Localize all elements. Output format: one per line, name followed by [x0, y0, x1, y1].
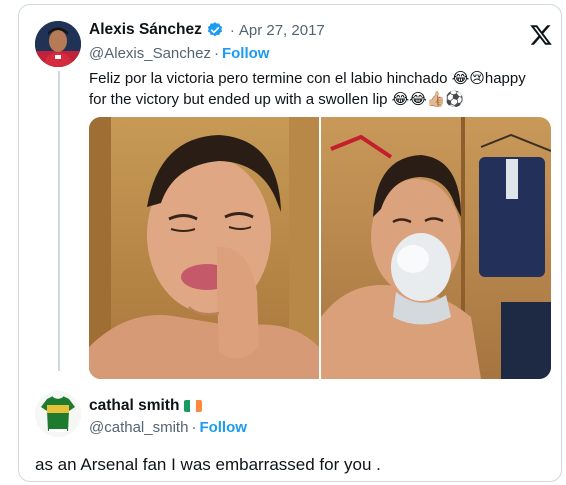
author-display-name[interactable]: Alexis Sánchez — [89, 21, 202, 39]
injured-lip-photo[interactable] — [89, 117, 319, 379]
replier-handle[interactable]: @cathal_smith — [89, 419, 188, 436]
replier-display-name[interactable]: cathal smith — [89, 397, 179, 415]
tweet-card: Alexis Sánchez · Apr 27, 2017 @Alexis_Sa… — [18, 4, 562, 482]
author-avatar[interactable] — [35, 21, 81, 67]
ice-pack-photo[interactable] — [321, 117, 551, 379]
tweet-media — [89, 117, 551, 379]
verified-badge-icon — [206, 21, 224, 39]
tweet-date[interactable]: Apr 27, 2017 — [239, 22, 325, 39]
separator: · — [191, 419, 197, 436]
tweet-text: Feliz por la victoria pero termine con e… — [89, 68, 549, 110]
tweet-text-line: for the victory but ended up with a swol… — [89, 91, 465, 108]
separator: · — [213, 45, 219, 62]
thread-line — [58, 71, 60, 371]
separator: · — [229, 21, 235, 39]
follow-button[interactable]: Follow — [222, 45, 270, 62]
replier-avatar[interactable] — [35, 391, 81, 437]
follow-button[interactable]: Follow — [199, 419, 247, 436]
x-logo-icon[interactable] — [529, 23, 553, 47]
tweet-text-line: Feliz por la victoria pero termine con e… — [89, 70, 526, 87]
ireland-flag-icon — [184, 400, 203, 412]
reply-text: as an Arsenal fan I was embarrassed for … — [35, 455, 381, 474]
author-handle[interactable]: @Alexis_Sanchez — [89, 45, 211, 62]
